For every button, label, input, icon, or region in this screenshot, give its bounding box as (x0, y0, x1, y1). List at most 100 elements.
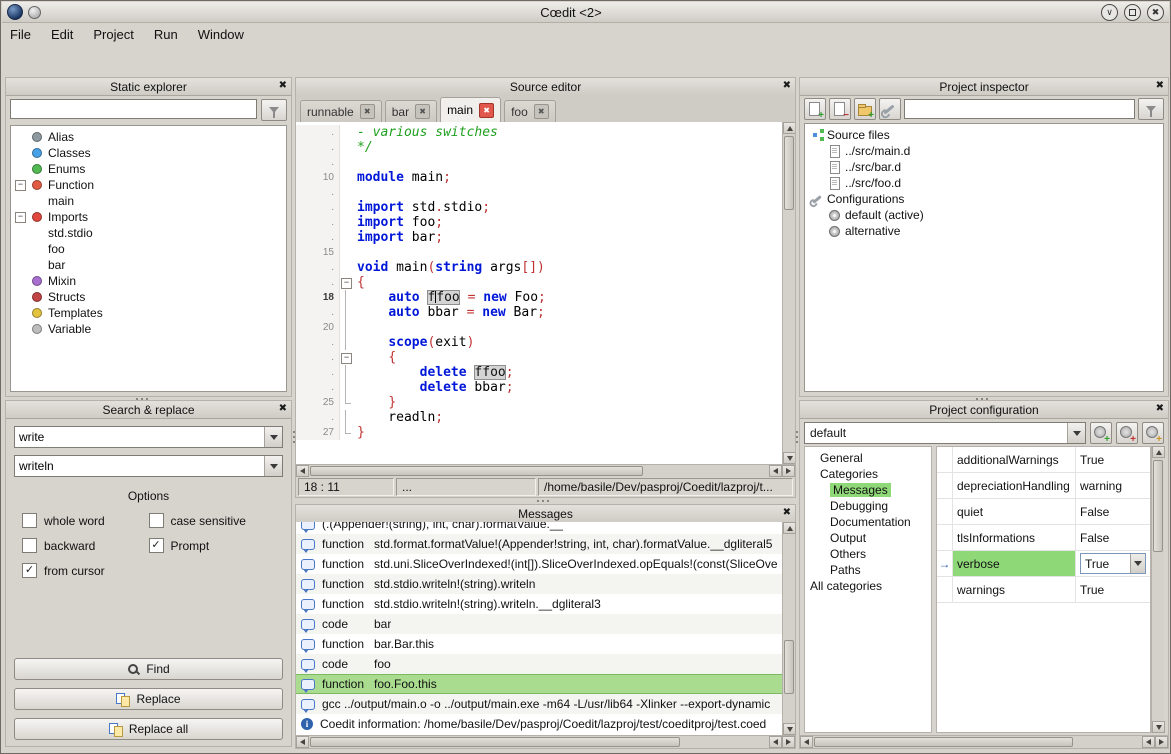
property-row-tlsinformations[interactable]: tlsInformationsFalse (937, 525, 1150, 551)
collapse-toggle-icon[interactable]: − (15, 212, 26, 223)
configuration-dropdown-button[interactable] (1067, 423, 1085, 443)
message-row[interactable]: functionstd.format.formatValue!(Appender… (296, 534, 795, 554)
scroll-up-button[interactable] (783, 522, 796, 534)
config-category-documentation[interactable]: Documentation (805, 514, 931, 530)
splitter-grip[interactable] (293, 431, 295, 433)
remove-source-button[interactable]: − (829, 98, 851, 120)
replace-input[interactable] (15, 456, 264, 476)
editor-tab-bar[interactable]: bar✖ (385, 100, 437, 122)
explorer-child-bar[interactable]: bar (11, 257, 286, 273)
fold-margin[interactable]: − (340, 275, 352, 290)
scroll-left-button-2[interactable] (1142, 736, 1155, 748)
scroll-left-button[interactable] (800, 736, 813, 748)
inspector-child--src-foo-d[interactable]: ../src/foo.d (805, 175, 1163, 191)
message-row[interactable]: codebar (296, 614, 795, 634)
scroll-right-button[interactable] (1155, 736, 1168, 748)
scroll-right-button[interactable] (782, 736, 795, 748)
editor-tab-runnable[interactable]: runnable✖ (300, 100, 382, 122)
inspector-child-alternative[interactable]: alternative (805, 223, 1163, 239)
inspector-child--src-bar-d[interactable]: ../src/bar.d (805, 159, 1163, 175)
configuration-vscrollbar[interactable] (1151, 446, 1164, 733)
hscroll-thumb[interactable] (814, 737, 1073, 747)
splitter-grip[interactable] (537, 500, 539, 502)
hscroll-thumb[interactable] (310, 737, 680, 747)
scroll-down-button[interactable] (1152, 721, 1165, 733)
menu-run[interactable]: Run (152, 25, 188, 44)
filter-button[interactable] (261, 99, 287, 121)
close-button[interactable]: ✖ (1147, 4, 1164, 21)
message-row[interactable]: functionfoo.Foo.this (296, 674, 795, 694)
tab-close-icon[interactable]: ✖ (534, 104, 549, 119)
editor-vscrollbar[interactable] (782, 122, 795, 464)
filter-button[interactable] (1138, 98, 1164, 120)
message-row[interactable]: functionstd.uni.SliceOverIndexed!(int[])… (296, 554, 795, 574)
checkbox-prompt[interactable]: ✓Prompt (149, 538, 276, 553)
search-input[interactable] (15, 427, 264, 447)
tab-close-icon[interactable]: ✖ (360, 104, 375, 119)
explorer-node-alias[interactable]: Alias (11, 129, 286, 145)
messages-hscrollbar[interactable] (296, 735, 795, 748)
explorer-child-foo[interactable]: foo (11, 241, 286, 257)
property-value-combo[interactable]: True (1080, 553, 1146, 574)
inspector-node-configurations[interactable]: Configurations (805, 191, 1163, 207)
checkbox-case-sensitive[interactable]: case sensitive (149, 513, 276, 528)
explorer-node-templates[interactable]: Templates (11, 305, 286, 321)
scroll-left-button-2[interactable] (769, 736, 782, 748)
replace-combobox[interactable] (14, 455, 283, 477)
message-row[interactable]: codefoo (296, 654, 795, 674)
replace-button[interactable]: Replace (14, 688, 283, 710)
property-row-warnings[interactable]: warningsTrue (937, 577, 1150, 603)
close-panel-icon[interactable]: ✖ (279, 402, 287, 416)
explorer-node-enums[interactable]: Enums (11, 161, 286, 177)
search-combobox[interactable] (14, 426, 283, 448)
scroll-right-button[interactable] (782, 465, 795, 477)
replace-dropdown-button[interactable] (264, 456, 282, 476)
scroll-up-button[interactable] (1152, 446, 1165, 458)
message-row[interactable]: gcc ../output/main.o -o ../output/main.e… (296, 694, 795, 714)
configuration-select[interactable]: default (804, 422, 1086, 444)
config-category-paths[interactable]: Paths (805, 562, 931, 578)
search-dropdown-button[interactable] (264, 427, 282, 447)
explorer-node-structs[interactable]: Structs (11, 289, 286, 305)
combo-dropdown-button[interactable] (1130, 554, 1145, 573)
fold-collapse-icon[interactable]: − (341, 353, 352, 364)
shade-button[interactable]: ∨ (1101, 4, 1118, 21)
close-panel-icon[interactable]: ✖ (279, 79, 287, 93)
config-category-output[interactable]: Output (805, 530, 931, 546)
add-source-button[interactable]: + (804, 98, 826, 120)
explorer-node-mixin[interactable]: Mixin (11, 273, 286, 289)
collapse-toggle-icon[interactable]: − (15, 180, 26, 191)
scroll-up-button[interactable] (783, 122, 795, 134)
add-folder-button[interactable]: + (854, 98, 876, 120)
config-category-categories[interactable]: Categories (805, 466, 931, 482)
inspector-child-default-active-[interactable]: default (active) (805, 207, 1163, 223)
message-row[interactable]: iCoedit information: /home/basile/Dev/pa… (296, 714, 795, 734)
configuration-hscrollbar[interactable] (800, 735, 1168, 748)
inspector-filter-input[interactable] (904, 99, 1135, 119)
close-panel-icon[interactable]: ✖ (783, 506, 791, 520)
config-category-all-categories[interactable]: All categories (805, 578, 931, 594)
menu-file[interactable]: File (8, 25, 41, 44)
menu-project[interactable]: Project (91, 25, 143, 44)
editor-hscrollbar[interactable] (296, 464, 795, 477)
checkbox-backward[interactable]: backward (22, 538, 149, 553)
explorer-node-function[interactable]: −Function (11, 177, 286, 193)
find-button[interactable]: Find (14, 658, 283, 680)
inspector-node-source-files[interactable]: Source files (805, 127, 1163, 143)
scroll-left-button[interactable] (296, 736, 309, 748)
editor-tab-main[interactable]: main✖ (440, 97, 501, 122)
explorer-child-std-stdio[interactable]: std.stdio (11, 225, 286, 241)
remove-configuration-button[interactable]: + (1142, 422, 1164, 444)
splitter-grip[interactable] (796, 431, 798, 433)
vscroll-thumb[interactable] (784, 136, 794, 210)
property-row-depreciationhandling[interactable]: depreciationHandlingwarning (937, 473, 1150, 499)
property-row-additionalwarnings[interactable]: additionalWarningsTrue (937, 447, 1150, 473)
maximize-button[interactable] (1124, 4, 1141, 21)
tab-close-icon[interactable]: ✖ (479, 103, 494, 118)
editor-tab-foo[interactable]: foo✖ (504, 100, 556, 122)
config-category-others[interactable]: Others (805, 546, 931, 562)
symbol-filter-input[interactable] (10, 99, 257, 119)
config-category-messages[interactable]: Messages (805, 482, 931, 498)
property-row-quiet[interactable]: quietFalse (937, 499, 1150, 525)
scroll-down-button[interactable] (783, 452, 795, 464)
